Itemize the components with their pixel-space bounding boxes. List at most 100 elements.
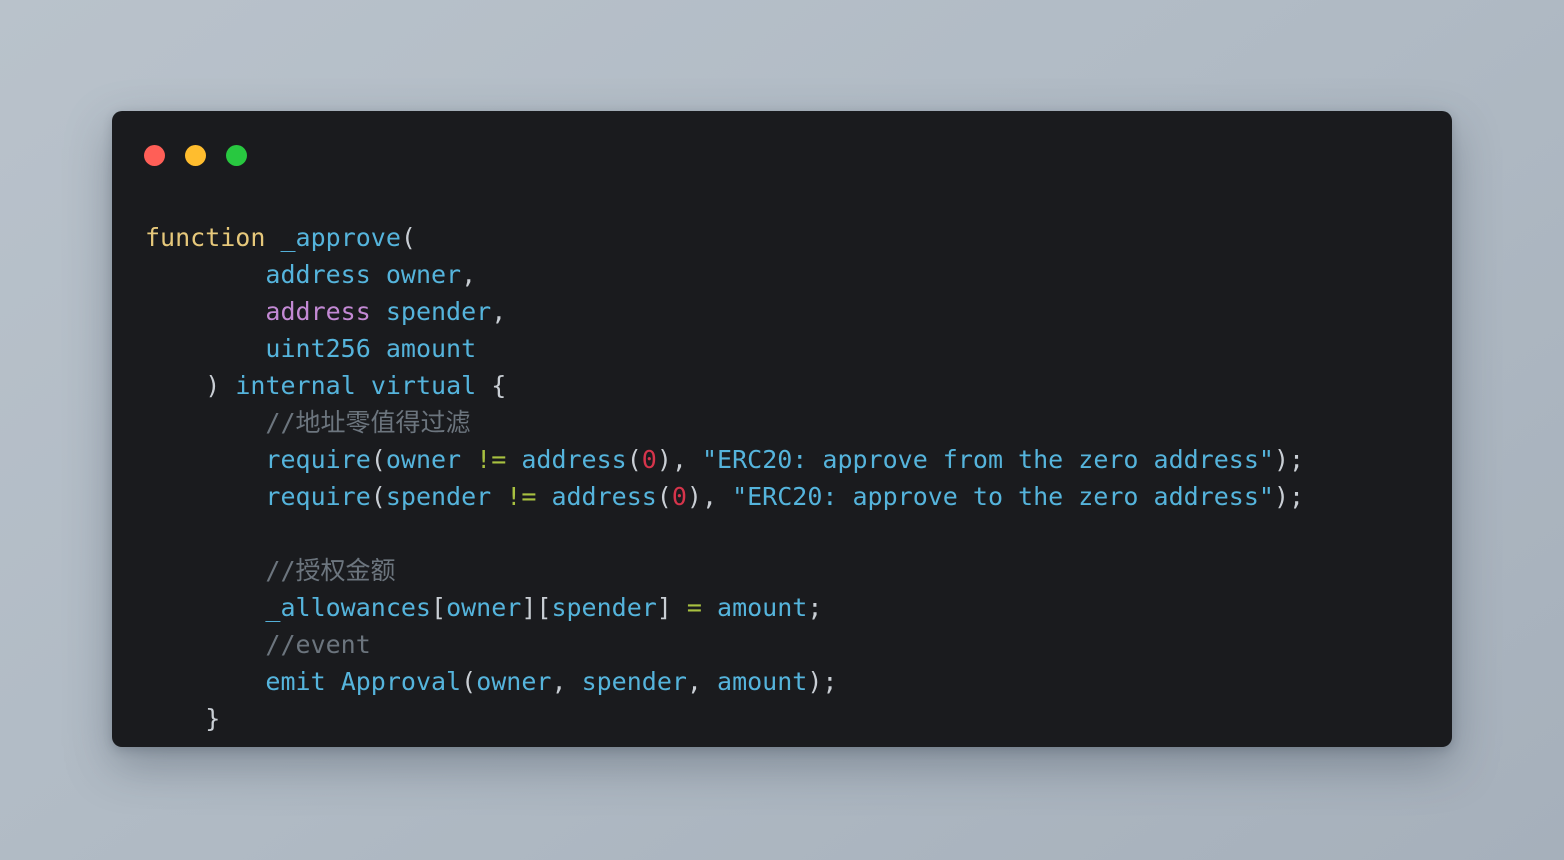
code-token: spender [385,297,492,326]
code-token: function [145,223,266,252]
code-token: Approval [340,667,462,696]
close-icon[interactable] [144,145,165,166]
code-token: amount [717,667,808,696]
code-token: spender [385,482,492,511]
code-line: } [145,700,1452,737]
code-token: spender [581,667,687,696]
code-token: amount [385,334,477,363]
minimize-icon[interactable] [185,145,206,166]
code-token: //event [265,630,371,659]
code-token: address [265,260,371,289]
code-token: 0 [671,482,687,511]
code-token: ( [400,223,416,252]
window-controls [144,145,247,166]
code-token: //地址零值得过滤 [265,408,471,437]
code-line: uint256 amount [145,330,1452,367]
code-token: _allowances [265,593,431,622]
code-token: != [506,482,537,511]
code-token: amount [717,593,808,622]
code-line: //地址零值得过滤 [145,404,1452,441]
code-block[interactable]: function _approve( address owner, addres… [145,219,1452,737]
code-token: spender [551,593,657,622]
code-token: internal [235,371,356,400]
code-token: } [205,704,221,733]
code-token: virtual [370,371,477,400]
code-window-card: function _approve( address owner, addres… [112,111,1452,747]
code-token: address [521,445,627,474]
code-token: ); [1273,482,1305,511]
code-token: , [686,667,718,696]
code-token: { [491,371,507,400]
code-token: ][ [521,593,552,622]
code-line: require(spender != address(0), "ERC20: a… [145,478,1452,515]
code-token: [ [431,593,447,622]
code-token: ) [205,371,221,400]
code-token: , [491,297,507,326]
code-line: //event [145,626,1452,663]
maximize-icon[interactable] [226,145,247,166]
code-token: ] [656,593,687,622]
code-token: address [265,297,371,326]
code-token: owner [385,260,462,289]
code-line: _allowances[owner][spender] = amount; [145,589,1452,626]
code-token: owner [446,593,522,622]
code-token: != [476,445,507,474]
code-token: = [686,593,702,622]
code-token: ), [656,445,702,474]
code-token: , [461,260,477,289]
code-line: function _approve( [145,219,1452,256]
code-token: ); [1273,445,1305,474]
code-token: ( [370,482,386,511]
code-token: ( [461,667,477,696]
code-token: ( [370,445,386,474]
code-token: uint256 [265,334,371,363]
code-token: owner [476,667,552,696]
code-line: require(owner != address(0), "ERC20: app… [145,441,1452,478]
code-line: address spender, [145,293,1452,330]
code-line: emit Approval(owner, spender, amount); [145,663,1452,700]
screenshot-stage: function _approve( address owner, addres… [0,0,1564,860]
code-token: ( [656,482,672,511]
code-token: require [265,445,371,474]
code-token: ); [807,667,838,696]
code-token: "ERC20: approve to the zero address" [732,482,1274,511]
code-token: 0 [641,445,657,474]
code-line: ) internal virtual { [145,367,1452,404]
code-line: address owner, [145,256,1452,293]
code-token: require [265,482,371,511]
code-token: ( [626,445,642,474]
code-line: //授权金额 [145,552,1452,589]
code-token: ; [807,593,823,622]
code-token: ), [686,482,733,511]
code-token: , [551,667,582,696]
code-token: emit [265,667,326,696]
code-token: _approve [280,223,401,252]
code-token: owner [385,445,462,474]
